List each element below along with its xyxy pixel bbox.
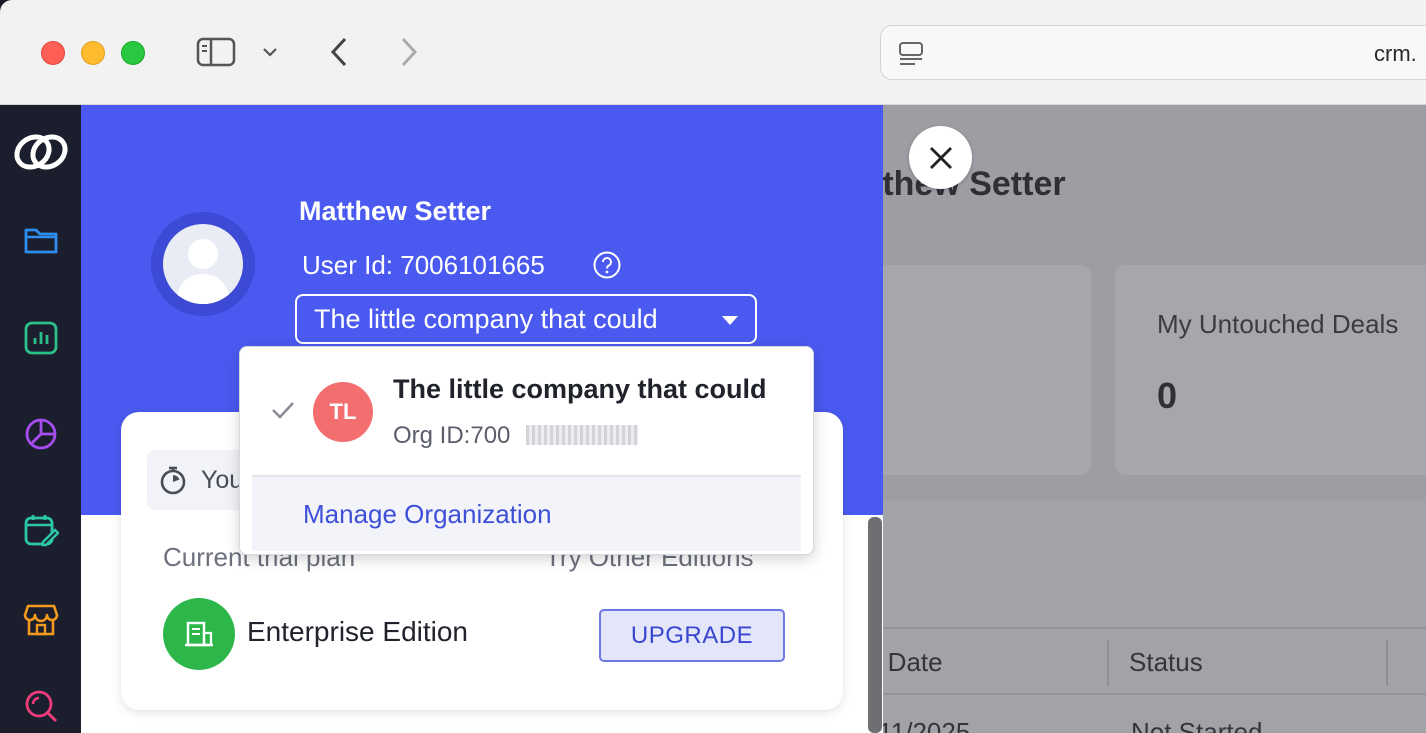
chevron-down-icon[interactable] [258,40,282,64]
folder-icon[interactable] [20,219,62,261]
manage-organization-link[interactable]: Manage Organization [303,499,552,530]
table-divider [871,627,1426,629]
table-cell: Not Started [1131,717,1263,733]
window-zoom-button[interactable] [121,41,145,65]
table-section [871,500,1426,733]
organization-select-value: The little company that could [314,304,658,334]
table-cell: /11/2025 [871,717,971,733]
stopwatch-icon [160,466,186,495]
window-close-button[interactable] [41,41,65,65]
org-name[interactable]: The little company that could [393,374,767,405]
caret-down-icon [722,316,738,325]
back-arrow-icon[interactable] [324,34,354,70]
user-name: Matthew Setter [299,196,492,226]
app-rail [0,105,81,733]
help-icon[interactable] [592,250,622,280]
pie-chart-icon[interactable] [20,413,62,455]
panel-scrollbar[interactable] [868,517,882,733]
avatar[interactable] [151,212,255,316]
search-icon[interactable] [20,685,62,727]
analytics-icon[interactable] [20,317,62,359]
org-id: Org ID:700 [393,422,511,449]
checkmark-icon [272,402,294,419]
zoho-logo-icon[interactable] [10,131,72,173]
manage-organization-row[interactable]: Manage Organization [252,477,801,551]
avatar-placeholder-icon [163,224,243,304]
forward-arrow-icon[interactable] [394,34,424,70]
window-minimize-button[interactable] [81,41,105,65]
address-text: crm. [1374,41,1417,66]
table-header: Status [1129,647,1203,677]
user-id: User Id: 7006101665 [302,250,545,280]
edition-name: Enterprise Edition [247,616,469,647]
column-separator [1386,640,1388,686]
store-icon[interactable] [20,599,62,641]
page-info-icon [897,40,925,68]
organization-dropdown: TL The little company that could Org ID:… [239,346,814,555]
calendar-edit-icon[interactable] [20,509,62,551]
trial-text: You [201,466,244,494]
close-panel-button[interactable] [909,126,972,189]
column-separator [1107,640,1109,686]
card-label: My Untouched Deals [1157,309,1399,339]
table-divider [871,693,1426,695]
browser-toolbar: crm. [0,0,1426,105]
address-bar[interactable]: crm. [880,25,1426,80]
card-value: 0 [1157,375,1178,416]
untouched-deals-card: My Untouched Deals 0 [1115,265,1426,475]
organization-select[interactable]: The little company that could [295,294,757,344]
edition-building-icon [163,598,235,670]
org-avatar: TL [313,382,373,442]
sidebar-toggle-icon[interactable] [195,36,237,68]
close-icon [929,146,952,169]
dashboard-card [871,265,1091,475]
upgrade-button[interactable]: UPGRADE [599,609,785,662]
redacted-org-id [526,425,638,445]
